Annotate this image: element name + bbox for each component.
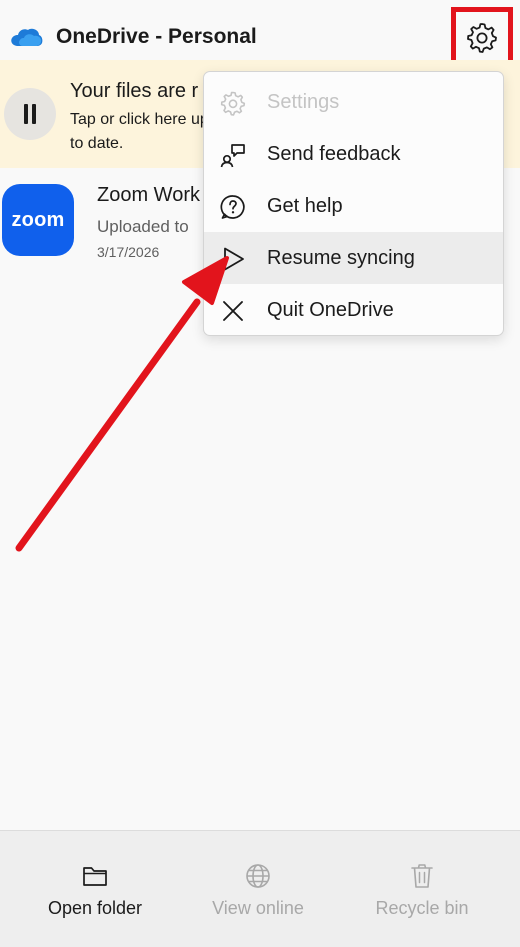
annotation-arrow (15, 256, 229, 552)
folder-icon (83, 867, 107, 886)
recycle-bin-button[interactable]: Recycle bin (356, 830, 488, 947)
globe-icon (246, 864, 270, 888)
recycle-bin-label: Recycle bin (375, 898, 469, 918)
view-online-button[interactable]: View online (192, 830, 324, 947)
trash-icon (411, 864, 433, 888)
open-folder-label: Open folder (47, 898, 143, 918)
open-folder-button[interactable]: Open folder (25, 830, 165, 947)
view-online-label: View online (212, 898, 304, 918)
